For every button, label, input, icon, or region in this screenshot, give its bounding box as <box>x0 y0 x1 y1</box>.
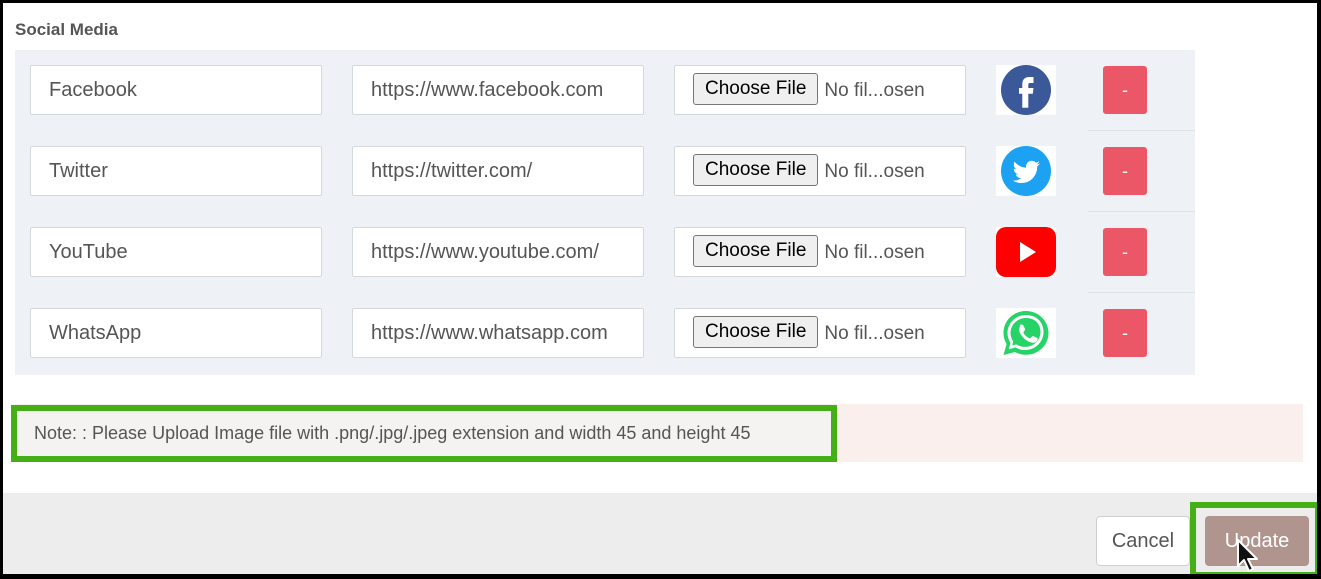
file-status-text: No fil...osen <box>824 241 925 263</box>
icon-file-input[interactable]: Choose File No fil...osen <box>674 65 966 115</box>
table-row: WhatsApp https://www.whatsapp.com Choose… <box>15 293 1195 374</box>
social-media-form: Social Media Facebook https://www.facebo… <box>3 3 1317 574</box>
platform-name-field[interactable]: Twitter <box>30 146 322 196</box>
platform-url-field[interactable]: https://www.facebook.com <box>352 65 644 115</box>
remove-row-button[interactable]: - <box>1103 66 1147 114</box>
table-row: YouTube https://www.youtube.com/ Choose … <box>15 212 1195 293</box>
remove-row-button[interactable]: - <box>1103 147 1147 195</box>
platform-name-field[interactable]: Facebook <box>30 65 322 115</box>
mouse-cursor-icon <box>1237 539 1258 572</box>
section-title: Social Media <box>15 20 118 39</box>
icon-file-input[interactable]: Choose File No fil...osen <box>674 227 966 277</box>
platform-name-field[interactable]: YouTube <box>30 227 322 277</box>
file-status-text: No fil...osen <box>824 160 925 182</box>
icon-file-input[interactable]: Choose File No fil...osen <box>674 308 966 358</box>
choose-file-button[interactable]: Choose File <box>693 73 819 106</box>
table-row: Twitter https://twitter.com/ Choose File… <box>15 131 1195 212</box>
modal-footer: Cancel Update <box>3 493 1317 574</box>
icon-file-input[interactable]: Choose File No fil...osen <box>674 146 966 196</box>
choose-file-button[interactable]: Choose File <box>693 316 819 349</box>
platform-url-field[interactable]: https://www.whatsapp.com <box>352 308 644 358</box>
facebook-icon <box>996 65 1056 115</box>
remove-row-button[interactable]: - <box>1103 309 1147 357</box>
cancel-button[interactable]: Cancel <box>1096 516 1190 566</box>
file-status-text: No fil...osen <box>824 79 925 101</box>
platform-url-field[interactable]: https://twitter.com/ <box>352 146 644 196</box>
whatsapp-icon <box>996 308 1056 358</box>
social-media-table: Facebook https://www.facebook.com Choose… <box>15 50 1195 375</box>
youtube-icon <box>996 227 1056 277</box>
remove-row-button[interactable]: - <box>1103 228 1147 276</box>
table-row: Facebook https://www.facebook.com Choose… <box>15 50 1195 131</box>
upload-note: Note: : Please Upload Image file with .p… <box>11 405 837 462</box>
platform-name-field[interactable]: WhatsApp <box>30 308 322 358</box>
choose-file-button[interactable]: Choose File <box>693 154 819 187</box>
platform-url-field[interactable]: https://www.youtube.com/ <box>352 227 644 277</box>
twitter-icon <box>996 146 1056 196</box>
file-status-text: No fil...osen <box>824 322 925 344</box>
choose-file-button[interactable]: Choose File <box>693 235 819 268</box>
